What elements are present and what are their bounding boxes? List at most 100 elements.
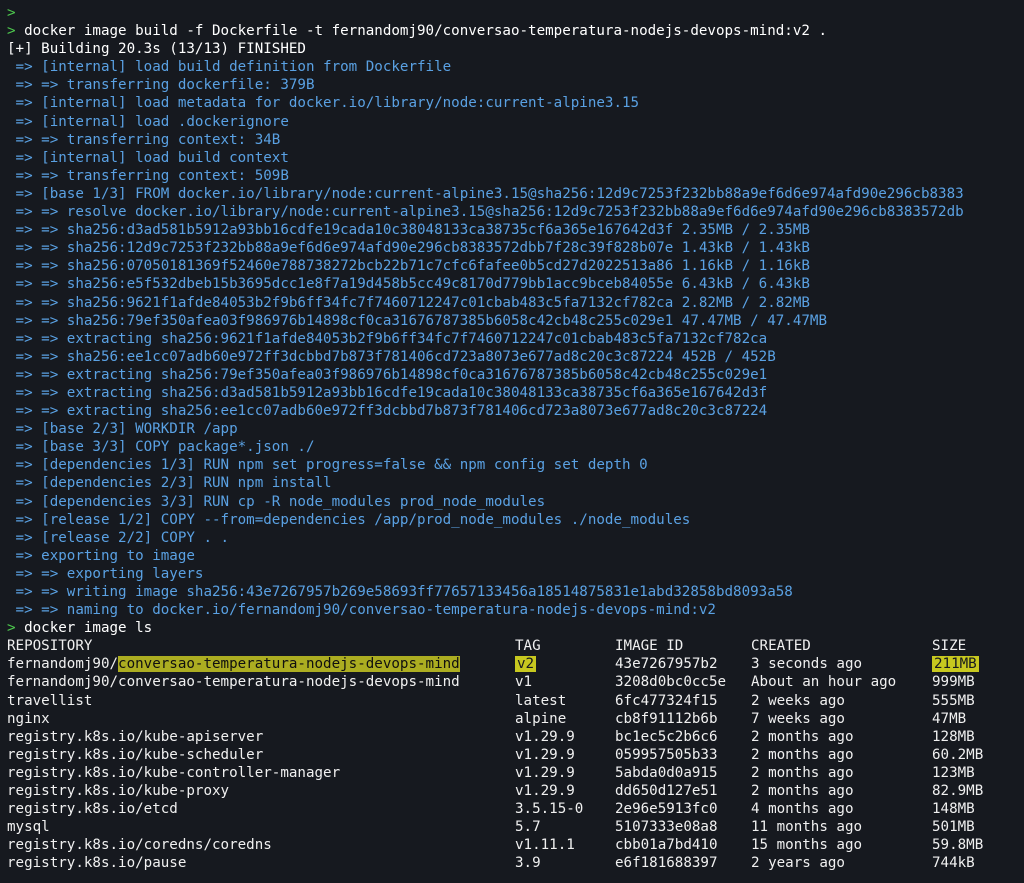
build-step-line: => [internal] load .dockerignore <box>7 113 289 130</box>
highlighted-repo-name: conversao-temperatura-nodejs-devops-mind <box>118 656 460 673</box>
cell-image-id: dd650d127e51 <box>615 783 718 800</box>
ls-command: docker image ls <box>24 620 153 637</box>
images-table: REPOSITORY TAG IMAGE ID CREATED SIZE fer… <box>7 637 983 872</box>
table-row: registry.k8s.io/coredns/coredns v1.11.1 cb… <box>7 836 983 854</box>
cell-image-id: bc1ec5c2b6c6 <box>615 728 718 745</box>
table-row: registry.k8s.io/kube-controller-manager v… <box>7 764 983 782</box>
header-created: CREATED <box>751 638 811 655</box>
cell-image-id: cbb01a7bd410 <box>615 837 718 854</box>
build-step-line: => [base 3/3] COPY package*.json ./ <box>7 439 315 456</box>
build-step-line: => [internal] load metadata for docker.i… <box>7 95 640 112</box>
cell-image-id: 2e96e5913fc0 <box>615 801 718 818</box>
build-step-line: => [base 1/3] FROM docker.io/library/nod… <box>7 185 964 202</box>
build-step-line: => => sha256:d3ad581b5912a93bb16cdfe19ca… <box>7 222 810 239</box>
build-step-line: => => sha256:79ef350afea03f986976b14898c… <box>7 312 827 329</box>
table-row: registry.k8s.io/kube-apiserver v1.29.9 bc1… <box>7 728 983 746</box>
table-row: travellist latest 6fc477324f15 2 weeks ago 5… <box>7 692 983 710</box>
cell-size: 60.2MB <box>932 746 984 763</box>
cell-tag: v1.29.9 <box>515 746 575 763</box>
cell-created: 4 months ago <box>751 801 854 818</box>
build-step-line: => => extracting sha256:ee1cc07adb60e972… <box>7 403 768 420</box>
build-step-line: => [release 2/2] COPY . . <box>7 529 230 546</box>
build-step-line: => => sha256:12d9c7253f232bb88a9ef6d6e97… <box>7 240 810 257</box>
cell-repository: registry.k8s.io/kube-apiserver <box>7 728 264 745</box>
cell-image-id: 5abda0d0a915 <box>615 764 718 781</box>
table-row: fernandomj90/conversao-temperatura-nodej… <box>7 673 983 691</box>
cell-image-id: 3208d0bc0cc5e <box>615 674 727 691</box>
table-row: registry.k8s.io/kube-proxy v1.29.9 dd650d1… <box>7 782 983 800</box>
build-command-line: > docker image build -f Dockerfile -t fe… <box>7 22 1024 40</box>
build-step-line: => => transferring context: 509B <box>7 167 289 184</box>
table-row: mysql 5.7 5107333e08a8 11 months ago 501MB <box>7 818 983 836</box>
cell-created: 7 weeks ago <box>751 710 845 727</box>
build-step-line: => => transferring context: 34B <box>7 131 281 148</box>
cell-size: 211MB <box>932 655 983 673</box>
cell-repository: nginx <box>7 710 50 727</box>
table-row: registry.k8s.io/etcd 3.5.15-0 2e96e5913fc0… <box>7 800 983 818</box>
cell-tag: v1 <box>515 674 533 691</box>
cell-created: 11 months ago <box>751 819 863 836</box>
build-status: [+] Building 20.3s (13/13) FINISHED <box>7 41 306 58</box>
build-step-line: => => extracting sha256:79ef350afea03f98… <box>7 366 768 383</box>
header-image-id: IMAGE ID <box>615 638 684 655</box>
cell-tag: v1.29.9 <box>515 764 575 781</box>
build-step-line: => => exporting layers <box>7 565 204 582</box>
build-step-line: => => extracting sha256:9621f1afde84053b… <box>7 330 768 347</box>
build-step-line: => [dependencies 2/3] RUN npm install <box>7 475 332 492</box>
cell-size: 123MB <box>932 764 975 781</box>
build-step-line: => exporting to image <box>7 547 195 564</box>
build-step-line: => => sha256:9621f1afde84053b2f9b6ff34fc… <box>7 294 810 311</box>
cell-created: 2 months ago <box>751 783 854 800</box>
cell-tag: 3.9 <box>515 855 541 872</box>
cell-size: 148MB <box>932 801 975 818</box>
build-step-line: => => resolve docker.io/library/node:cur… <box>7 204 964 221</box>
build-steps-log: => [internal] load build definition from… <box>7 58 1024 619</box>
header-repository: REPOSITORY <box>7 638 93 655</box>
cell-repository: registry.k8s.io/kube-proxy <box>7 783 230 800</box>
cell-size: 555MB <box>932 692 975 709</box>
build-step-line: => [dependencies 3/3] RUN cp -R node_mod… <box>7 493 546 510</box>
cell-tag: v2 <box>515 655 615 673</box>
cell-size: 999MB <box>932 674 975 691</box>
repo-prefix: fernandomj90/ <box>7 656 119 673</box>
cell-tag: v1.29.9 <box>515 728 575 745</box>
cell-repository: registry.k8s.io/kube-controller-manager <box>7 764 341 781</box>
cell-tag: 5.7 <box>515 819 541 836</box>
build-step-line: => => sha256:e5f532dbeb15b3695dcc1e8f7a1… <box>7 276 810 293</box>
cell-size: 82.9MB <box>932 783 984 800</box>
ls-command-line: > docker image ls <box>7 619 1024 637</box>
cell-image-id: 5107333e08a8 <box>615 819 718 836</box>
cell-size: 501MB <box>932 819 975 836</box>
cell-repository: travellist <box>7 692 93 709</box>
build-step-line: => => sha256:07050181369f52460e788738272… <box>7 258 810 275</box>
cell-repository: registry.k8s.io/etcd <box>7 801 178 818</box>
cell-created: 2 months ago <box>751 728 854 745</box>
cell-image-id: 059957505b33 <box>615 746 718 763</box>
build-step-line: => [dependencies 1/3] RUN npm set progre… <box>7 457 648 474</box>
cell-created: 2 weeks ago <box>751 692 845 709</box>
cell-created: About an hour ago <box>751 674 897 691</box>
cell-image-id: e6f181688397 <box>615 855 718 872</box>
table-header-row: REPOSITORY TAG IMAGE ID CREATED SIZE <box>7 637 983 655</box>
table-row: nginx alpine cb8f91112b6b 7 weeks ago 47MB <box>7 710 983 728</box>
cell-repository: registry.k8s.io/coredns/coredns <box>7 837 272 854</box>
prompt-symbol: > <box>7 23 16 40</box>
highlighted-tag: v2 <box>515 656 537 673</box>
cell-tag: alpine <box>515 710 567 727</box>
cell-created: 2 months ago <box>751 764 854 781</box>
highlighted-size: 211MB <box>932 656 979 673</box>
build-command: docker image build -f Dockerfile -t fern… <box>24 23 828 40</box>
empty-prompt-line: > <box>7 4 1024 22</box>
cell-tag: v1.29.9 <box>515 783 575 800</box>
build-step-line: => => naming to docker.io/fernandomj90/c… <box>7 602 716 619</box>
header-tag: TAG <box>515 638 541 655</box>
build-step-line: => [internal] load build definition from… <box>7 59 452 76</box>
cell-image-id: 43e7267957b2 <box>615 656 718 673</box>
cell-image-id: 6fc477324f15 <box>615 692 718 709</box>
cell-tag: latest <box>515 692 567 709</box>
prompt-symbol: > <box>7 5 16 21</box>
cell-size: 128MB <box>932 728 975 745</box>
cell-size: 59.8MB <box>932 837 984 854</box>
cell-repository: fernandomj90/conversao-temperatura-nodej… <box>7 674 460 691</box>
build-step-line: => => writing image sha256:43e7267957b26… <box>7 584 793 600</box>
